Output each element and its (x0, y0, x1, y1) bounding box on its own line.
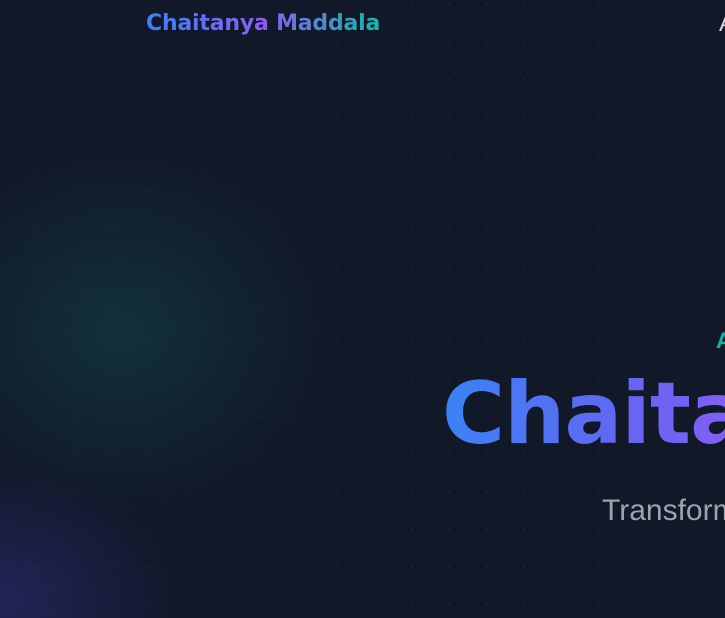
hero-eyebrow: A (716, 328, 725, 353)
nav-link-first[interactable]: A (719, 10, 725, 38)
hero-title: Chaita (442, 364, 725, 464)
brand-logo-link[interactable]: Chaitanya Maddala (146, 9, 380, 39)
hero-subtitle: Transform (602, 494, 725, 527)
page: Chaitanya Maddala A A Chaita Transform (0, 0, 725, 618)
